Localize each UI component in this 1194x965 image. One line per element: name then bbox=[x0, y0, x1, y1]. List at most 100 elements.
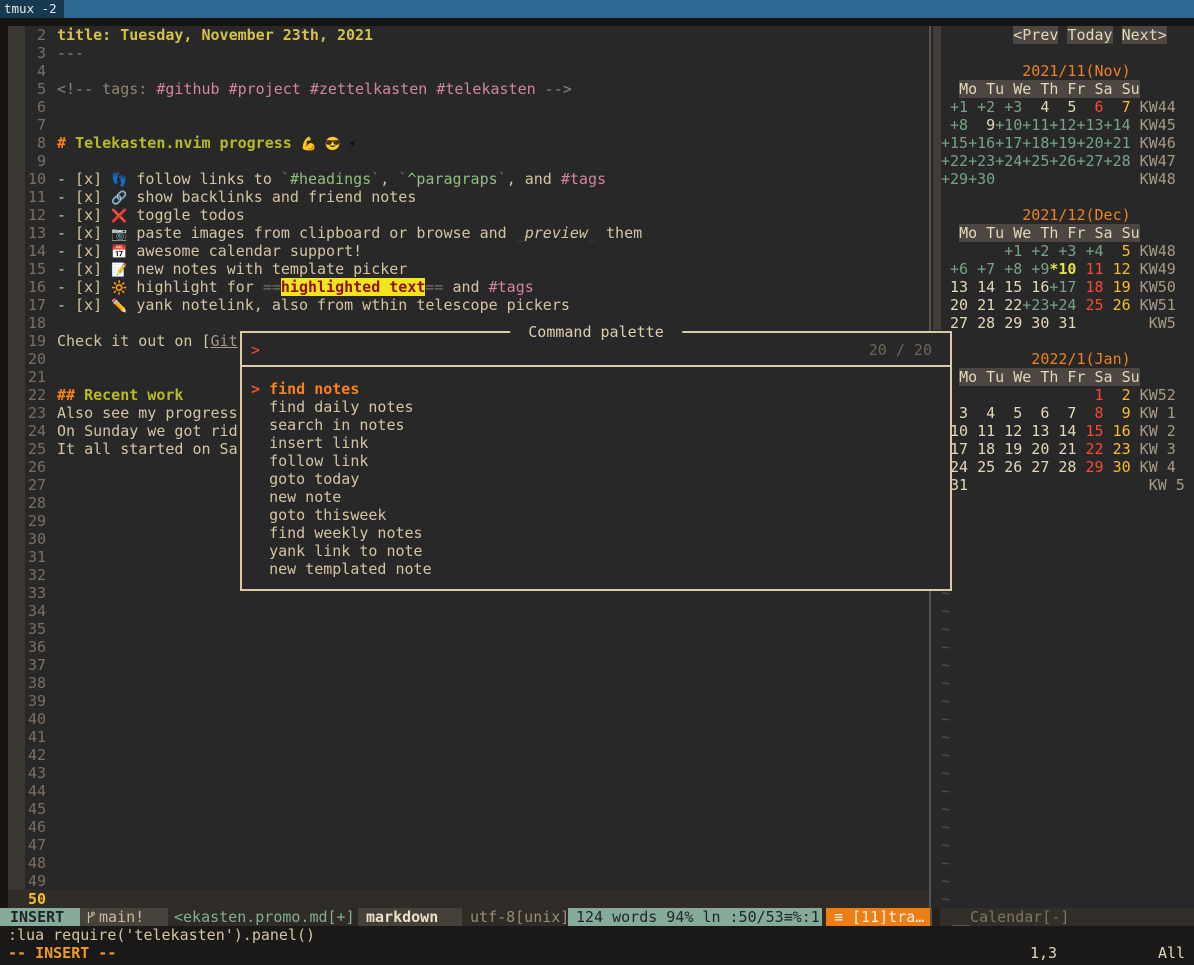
calendar-day[interactable]: +19 bbox=[1049, 134, 1076, 152]
palette-prompt-input[interactable]: > 20 / 20 bbox=[242, 333, 950, 367]
calendar-day[interactable]: 23 bbox=[1104, 440, 1131, 458]
calendar-day[interactable]: 14 bbox=[968, 278, 995, 296]
calendar-day[interactable]: 18 bbox=[968, 440, 995, 458]
palette-item[interactable]: goto today bbox=[242, 470, 950, 488]
calendar-day[interactable]: 7 bbox=[1049, 404, 1076, 422]
calendar-day[interactable]: 29 bbox=[995, 314, 1022, 332]
calendar-day[interactable]: 27 bbox=[941, 314, 968, 332]
calendar-day[interactable]: 28 bbox=[1049, 458, 1076, 476]
calendar-day[interactable]: 6 bbox=[1076, 98, 1103, 116]
palette-item[interactable]: > find notes bbox=[242, 380, 950, 398]
calendar-day[interactable]: +8 bbox=[941, 116, 968, 134]
calendar-day[interactable]: 12 bbox=[995, 422, 1022, 440]
calendar-day[interactable]: 14 bbox=[1049, 422, 1076, 440]
calendar-day[interactable]: +27 bbox=[1076, 152, 1103, 170]
calendar-day[interactable]: 22 bbox=[1076, 440, 1103, 458]
calendar-day[interactable]: 25 bbox=[1076, 296, 1103, 314]
calendar-day[interactable]: +29 bbox=[941, 170, 968, 188]
calendar-day[interactable]: +23 bbox=[1022, 296, 1049, 314]
calendar-day[interactable]: 12 bbox=[1104, 260, 1131, 278]
calendar-day[interactable]: *10 bbox=[1049, 260, 1076, 278]
calendar-day[interactable]: +20 bbox=[1076, 134, 1103, 152]
calendar-day[interactable]: 4 bbox=[968, 404, 995, 422]
calendar-window[interactable]: <Prev Today Next> 2021/11(Nov) Mo Tu We … bbox=[941, 26, 1194, 908]
palette-item[interactable]: follow link bbox=[242, 452, 950, 470]
command-line[interactable]: :lua require('telekasten').panel() bbox=[8, 926, 1194, 944]
calendar-day[interactable]: 22 bbox=[995, 296, 1022, 314]
calendar-day[interactable]: 31 bbox=[1049, 314, 1076, 332]
calendar-day[interactable]: +2 bbox=[968, 98, 995, 116]
calendar-day[interactable]: +13 bbox=[1076, 116, 1103, 134]
calendar-day[interactable]: +25 bbox=[1022, 152, 1049, 170]
palette-item[interactable]: search in notes bbox=[242, 416, 950, 434]
palette-item[interactable]: new note bbox=[242, 488, 950, 506]
calendar-day[interactable]: 11 bbox=[1076, 260, 1103, 278]
calendar-day[interactable]: +24 bbox=[1049, 296, 1076, 314]
calendar-day[interactable]: 13 bbox=[1022, 422, 1049, 440]
calendar-day[interactable]: +21 bbox=[1104, 134, 1131, 152]
palette-item[interactable]: find daily notes bbox=[242, 398, 950, 416]
calendar-day[interactable]: 2 bbox=[1104, 386, 1131, 404]
calendar-day[interactable]: +22 bbox=[941, 152, 968, 170]
calendar-day[interactable]: +1 bbox=[995, 242, 1022, 260]
calendar-day[interactable]: 13 bbox=[941, 278, 968, 296]
calendar-day[interactable]: 18 bbox=[1076, 278, 1103, 296]
calendar-day[interactable]: +24 bbox=[995, 152, 1022, 170]
calendar-day[interactable]: +15 bbox=[941, 134, 968, 152]
calendar-day[interactable]: +8 bbox=[995, 260, 1022, 278]
calendar-day[interactable]: +17 bbox=[995, 134, 1022, 152]
calendar-day[interactable]: 26 bbox=[995, 458, 1022, 476]
calendar-day[interactable]: 1 bbox=[1076, 386, 1103, 404]
calendar-day[interactable]: +14 bbox=[1104, 116, 1131, 134]
calendar-day[interactable]: 16 bbox=[1104, 422, 1131, 440]
calendar-day[interactable]: 19 bbox=[1104, 278, 1131, 296]
calendar-nav-prev[interactable]: <Prev bbox=[1013, 26, 1058, 44]
calendar-day[interactable]: 5 bbox=[995, 404, 1022, 422]
calendar-day[interactable]: 9 bbox=[1104, 404, 1131, 422]
calendar-day[interactable]: 16 bbox=[1022, 278, 1049, 296]
calendar-day[interactable]: +10 bbox=[995, 116, 1022, 134]
calendar-day[interactable]: +3 bbox=[1049, 242, 1076, 260]
palette-item[interactable]: insert link bbox=[242, 434, 950, 452]
calendar-day[interactable]: +26 bbox=[1049, 152, 1076, 170]
calendar-day[interactable]: 15 bbox=[1076, 422, 1103, 440]
calendar-day[interactable]: 8 bbox=[1076, 404, 1103, 422]
calendar-day[interactable]: +18 bbox=[1022, 134, 1049, 152]
calendar-day[interactable]: 25 bbox=[968, 458, 995, 476]
calendar-day[interactable]: +3 bbox=[995, 98, 1022, 116]
calendar-day[interactable]: 4 bbox=[1022, 98, 1049, 116]
calendar-day[interactable]: 5 bbox=[1049, 98, 1076, 116]
calendar-day[interactable]: 7 bbox=[1104, 98, 1131, 116]
palette-item[interactable]: new templated note bbox=[242, 560, 950, 578]
calendar-day[interactable]: +30 bbox=[968, 170, 995, 188]
calendar-day[interactable]: +1 bbox=[941, 98, 968, 116]
calendar-day[interactable]: 29 bbox=[1076, 458, 1103, 476]
calendar-day[interactable]: 27 bbox=[1022, 458, 1049, 476]
palette-item[interactable]: goto thisweek bbox=[242, 506, 950, 524]
calendar-day[interactable]: +28 bbox=[1104, 152, 1131, 170]
calendar-day[interactable]: +23 bbox=[968, 152, 995, 170]
calendar-day[interactable]: 6 bbox=[1022, 404, 1049, 422]
calendar-day[interactable]: 20 bbox=[1022, 440, 1049, 458]
calendar-day[interactable]: +11 bbox=[1022, 116, 1049, 134]
calendar-day[interactable]: +4 bbox=[1076, 242, 1103, 260]
palette-item[interactable]: yank link to note bbox=[242, 542, 950, 560]
calendar-day[interactable]: +7 bbox=[968, 260, 995, 278]
calendar-day[interactable]: 19 bbox=[995, 440, 1022, 458]
calendar-nav-next[interactable]: Next> bbox=[1122, 26, 1167, 44]
calendar-day[interactable]: +16 bbox=[968, 134, 995, 152]
calendar-day[interactable]: 26 bbox=[1104, 296, 1131, 314]
calendar-day[interactable]: 5 bbox=[1104, 242, 1131, 260]
calendar-day[interactable]: +12 bbox=[1049, 116, 1076, 134]
calendar-day[interactable]: 11 bbox=[968, 422, 995, 440]
calendar-day[interactable]: 21 bbox=[1049, 440, 1076, 458]
calendar-day[interactable]: 28 bbox=[968, 314, 995, 332]
calendar-day[interactable]: +2 bbox=[1022, 242, 1049, 260]
calendar-day[interactable]: 20 bbox=[941, 296, 968, 314]
calendar-day[interactable]: +17 bbox=[1049, 278, 1076, 296]
calendar-day[interactable]: 30 bbox=[1022, 314, 1049, 332]
calendar-day[interactable]: +9 bbox=[1022, 260, 1049, 278]
calendar-day[interactable]: +6 bbox=[941, 260, 968, 278]
calendar-day[interactable]: 30 bbox=[1104, 458, 1131, 476]
calendar-day[interactable]: 15 bbox=[995, 278, 1022, 296]
